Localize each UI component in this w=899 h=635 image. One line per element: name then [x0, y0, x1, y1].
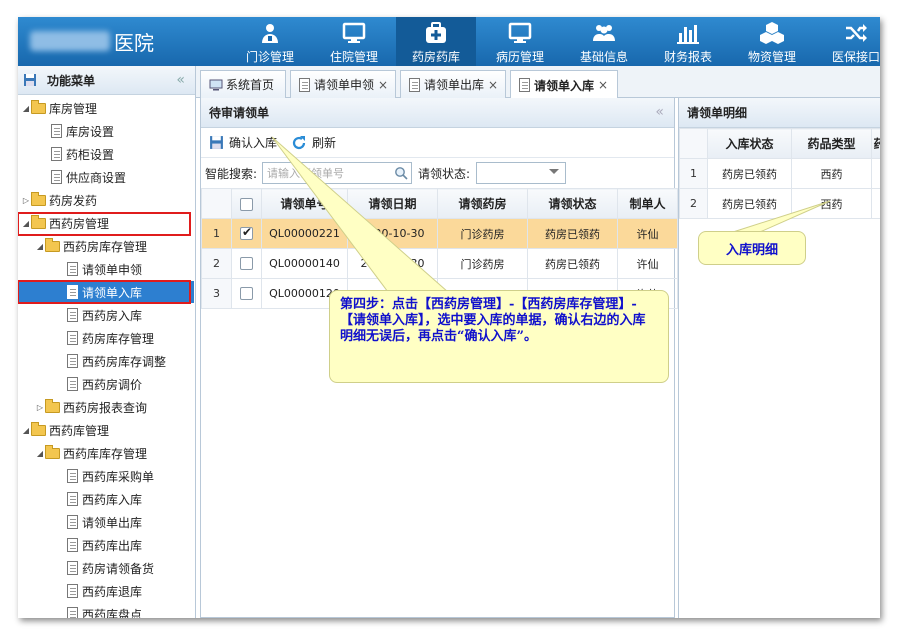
detail-callout: 入库明细	[698, 231, 806, 265]
app-window: 医院 门诊管理 住院管理 药房药库 病历管理 基础信息 财务报表 物资管理 医保…	[18, 17, 880, 618]
detail-callout-pointer	[732, 200, 831, 233]
step-callout-pointer	[271, 136, 450, 293]
step-callout: 第四步：点击【西药房管理】-【西药房库存管理】-【请领单入库】，选中要入库的单据…	[329, 290, 669, 383]
